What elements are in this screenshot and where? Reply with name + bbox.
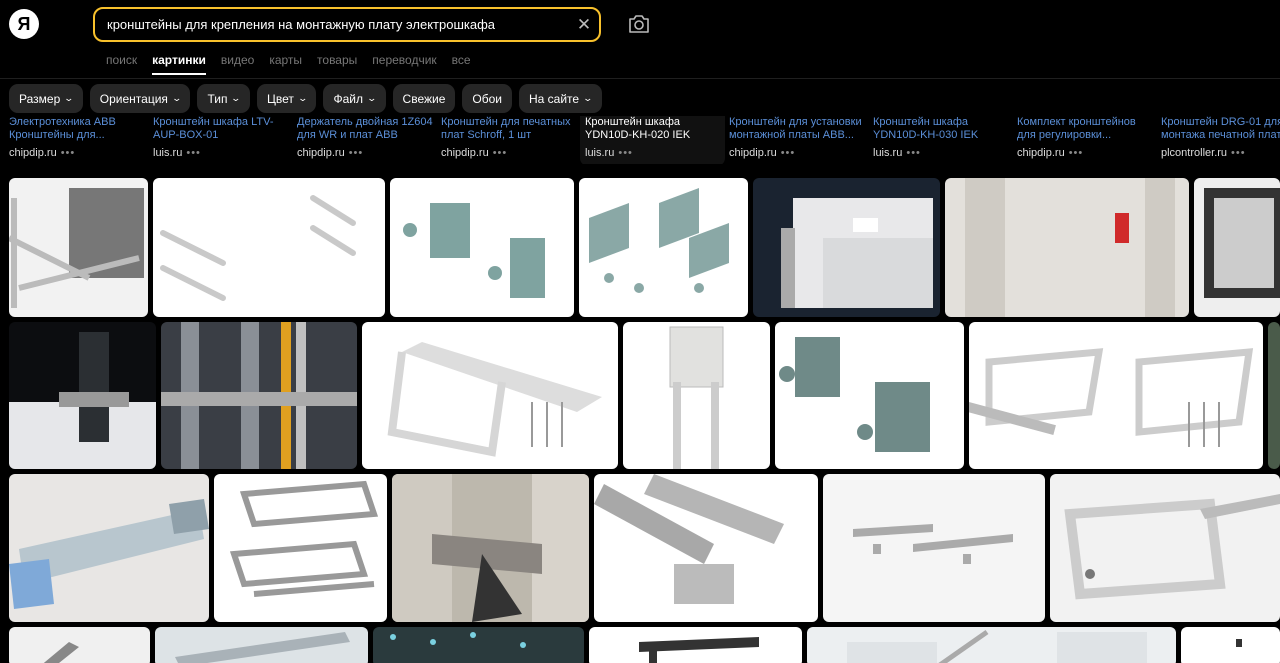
image-thumbnail[interactable] (9, 474, 209, 622)
result-caption[interactable]: Кронштейн для печатных плат Schroff, 1 ш… (441, 116, 581, 160)
chevron-down-icon: ⌄ (171, 93, 182, 103)
image-thumbnail[interactable] (623, 322, 770, 469)
filter-on-site[interactable]: На сайте ⌄ (518, 84, 602, 113)
image-thumbnail[interactable] (155, 627, 368, 663)
more-icon[interactable]: ••• (493, 147, 508, 159)
image-thumbnail[interactable] (9, 178, 148, 317)
chevron-down-icon: ⌄ (366, 93, 378, 103)
result-caption[interactable]: Комплект кронштейнов для регулировки... … (1017, 116, 1157, 160)
clear-icon[interactable]: ✕ (569, 10, 599, 40)
more-icon[interactable]: ••• (186, 147, 201, 159)
result-caption[interactable]: Кронштейн для установки монтажной платы … (729, 116, 869, 160)
tab-images[interactable]: картинки (152, 53, 206, 75)
chevron-down-icon: ⌄ (63, 93, 75, 103)
filter-fresh[interactable]: Свежие (392, 84, 456, 113)
chevron-down-icon: ⌄ (230, 93, 242, 103)
search-query-text[interactable]: кронштейны для крепления на монтажную пл… (107, 17, 569, 32)
filter-file[interactable]: Файл ⌄ (323, 84, 386, 113)
image-thumbnail[interactable] (9, 322, 156, 469)
result-caption[interactable]: Кронштейн шкафа LTV-AUP-BOX-01 luis.ru ••… (153, 116, 293, 160)
image-thumbnail[interactable] (594, 474, 818, 622)
filter-type[interactable]: Тип ⌄ (197, 84, 251, 113)
more-icon[interactable]: ••• (1231, 147, 1246, 159)
result-caption[interactable]: Кронштейн DRG-01 для монтажа печатной пл… (1161, 116, 1280, 160)
image-thumbnail[interactable] (823, 474, 1045, 622)
image-thumbnail[interactable] (161, 322, 357, 469)
image-thumbnail[interactable] (1050, 474, 1280, 622)
tab-all[interactable]: все (452, 53, 471, 75)
chevron-down-icon: ⌄ (582, 93, 594, 103)
image-thumbnail[interactable] (589, 627, 802, 663)
camera-search-icon[interactable] (627, 13, 651, 35)
result-caption[interactable]: Держатель двойная 1Z604 для WR и плат AB… (297, 116, 437, 160)
chevron-down-icon: ⌄ (297, 93, 308, 103)
more-icon[interactable]: ••• (618, 147, 633, 159)
result-caption-hovered[interactable]: Кронштейн шкафа YDN10D-KH-020 IEK luis.r… (580, 116, 725, 164)
more-icon[interactable]: ••• (61, 147, 76, 159)
image-thumbnail[interactable] (392, 474, 589, 622)
image-thumbnail[interactable] (153, 178, 385, 317)
search-input[interactable]: кронштейны для крепления на монтажную пл… (93, 7, 601, 42)
more-icon[interactable]: ••• (781, 147, 796, 159)
more-icon[interactable]: ••• (906, 147, 921, 159)
filter-bar: Размер ⌄ Ориентация ⌄ Тип ⌄ Цвет ⌄ Файл ⌄ Све… (9, 84, 602, 113)
image-thumbnail[interactable] (969, 322, 1263, 469)
tab-products[interactable]: товары (317, 53, 357, 75)
more-icon[interactable]: ••• (349, 147, 364, 159)
filter-orientation[interactable]: Ориентация ⌄ (89, 84, 191, 113)
image-thumbnail[interactable] (579, 178, 748, 317)
yandex-logo[interactable]: Я (9, 9, 39, 39)
image-thumbnail[interactable] (1268, 322, 1280, 469)
image-thumbnail[interactable] (753, 178, 940, 317)
image-thumbnail[interactable] (807, 627, 1176, 663)
image-thumbnail[interactable] (775, 322, 964, 469)
result-captions-row: Электротехника ABB Кронштейны для... chi… (0, 112, 1280, 164)
more-icon[interactable]: ••• (1069, 147, 1084, 159)
tab-search[interactable]: поиск (106, 53, 137, 75)
tab-maps[interactable]: карты (269, 53, 302, 75)
result-caption[interactable]: Кронштейн шкафа YDN10D-KH-030 IEK luis.r… (873, 116, 1013, 160)
tab-video[interactable]: видео (221, 53, 254, 75)
image-thumbnail[interactable] (214, 474, 387, 622)
tab-translator[interactable]: переводчик (372, 53, 436, 75)
image-thumbnail[interactable] (390, 178, 574, 317)
image-thumbnail[interactable] (945, 178, 1189, 317)
image-thumbnail[interactable] (1181, 627, 1280, 663)
search-tabs: поиск картинки видео карты товары перево… (106, 53, 486, 75)
filter-color[interactable]: Цвет ⌄ (257, 84, 317, 113)
filter-size[interactable]: Размер ⌄ (9, 84, 83, 113)
image-thumbnail[interactable] (1194, 178, 1280, 317)
result-caption[interactable]: Электротехника ABB Кронштейны для... chi… (9, 116, 149, 160)
filter-wallpapers[interactable]: Обои (462, 84, 512, 113)
image-thumbnail[interactable] (373, 627, 584, 663)
header-divider (0, 78, 1280, 79)
image-thumbnail[interactable] (362, 322, 618, 469)
image-thumbnail[interactable] (9, 627, 150, 663)
